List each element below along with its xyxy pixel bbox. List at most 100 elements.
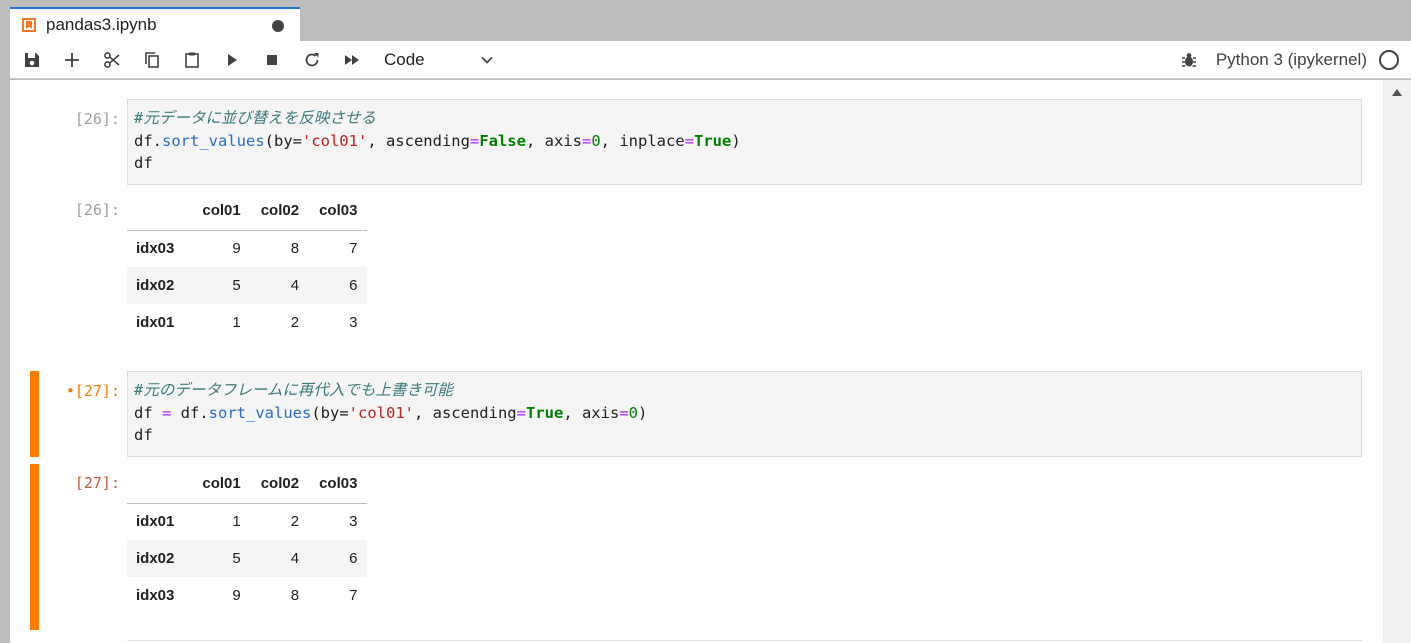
code-token: , axis (525, 131, 582, 150)
code-token: (by= (311, 403, 349, 422)
table-cell: 9 (232, 587, 241, 604)
cut-button[interactable] (92, 41, 132, 79)
cell-type-value: Code (384, 49, 425, 69)
input-prompt: •[27]: (65, 382, 120, 400)
table-cell: 8 (290, 587, 300, 604)
code-token: = (581, 131, 592, 150)
code-token: , ascending (367, 131, 470, 150)
fast-forward-icon (345, 54, 359, 65)
tab-title: pandas3.ipynb (46, 15, 157, 34)
code-token: True (694, 131, 732, 150)
notebook-tab[interactable]: pandas3.ipynb (10, 7, 300, 41)
row-index: idx03 (136, 240, 175, 258)
code-token: 'col01' (301, 131, 368, 150)
column-header: col01 (192, 192, 251, 231)
code-token: 0 (628, 403, 638, 422)
index-header (127, 465, 193, 504)
notebook-panel: [26]: #元データに並び替えを反映させる df.sort_values(by… (10, 80, 1383, 643)
table-cell: 1 (232, 314, 241, 331)
insert-cell-button[interactable] (52, 41, 92, 79)
code-token: = (469, 131, 480, 150)
vertical-scrollbar[interactable] (1383, 80, 1411, 643)
code-token: df (134, 426, 153, 444)
code-token: = (619, 403, 629, 422)
save-button[interactable] (12, 41, 52, 79)
output-prompt: [27]: (74, 474, 120, 492)
code-token: df (134, 403, 162, 422)
table-cell: 4 (290, 550, 300, 567)
code-editor[interactable]: #元データに並び替えを反映させる df.sort_values(by='col0… (127, 99, 1362, 185)
table-cell: 3 (349, 314, 358, 331)
copy-icon (145, 51, 159, 68)
table-cell: 6 (349, 277, 358, 294)
code-token: , inplace (600, 131, 685, 150)
table-row: idx03 9 8 7 (127, 230, 367, 267)
refresh-icon (305, 52, 319, 66)
save-icon (25, 52, 39, 67)
column-header: col02 (250, 465, 310, 504)
column-header: col01 (192, 465, 251, 504)
table-cell: 7 (349, 587, 358, 604)
cell-type-dropdown[interactable]: Code (384, 50, 494, 70)
scroll-up-icon[interactable] (1392, 89, 1402, 96)
code-token: 0 (591, 131, 601, 150)
table-cell: 4 (290, 277, 300, 294)
code-token: 'col01' (348, 403, 414, 422)
bug-icon[interactable] (1180, 51, 1198, 69)
code-token: df. (134, 131, 162, 150)
row-index: idx02 (136, 277, 175, 294)
row-index: idx03 (136, 587, 175, 604)
table-cell: 6 (349, 550, 358, 567)
restart-button[interactable] (292, 41, 332, 79)
kernel-name[interactable]: Python 3 (ipykernel) (1216, 50, 1367, 70)
column-header: col02 (250, 192, 310, 231)
paste-button[interactable] (172, 41, 212, 79)
tab-bar: pandas3.ipynb (0, 0, 1411, 41)
table-row: idx01 1 2 3 (127, 304, 367, 341)
code-token: sort_values (208, 403, 312, 422)
notebook-icon (22, 18, 36, 32)
table-row: idx03 9 8 7 (127, 577, 367, 614)
code-token: = (516, 403, 526, 422)
next-cell-border (127, 640, 1362, 641)
row-index: idx01 (136, 314, 175, 331)
table-cell: 9 (232, 240, 241, 258)
code-token: , axis (563, 403, 620, 422)
paste-icon (185, 52, 199, 68)
kernel-status-icon (1379, 50, 1399, 70)
plus-icon (65, 52, 79, 67)
table-header-row: col01 col02 col03 (127, 465, 368, 504)
table-header-row: col01 col02 col03 (127, 192, 368, 231)
unsaved-indicator-icon[interactable] (272, 20, 284, 32)
code-token: = (684, 131, 695, 150)
dataframe-output: col01 col02 col03 idx03 9 8 7 idx02 5 4 … (127, 192, 368, 341)
output-prompt: [26]: (74, 201, 120, 219)
copy-button[interactable] (132, 41, 172, 79)
run-button[interactable] (212, 41, 252, 79)
scissors-icon (104, 51, 120, 68)
stop-icon (267, 54, 277, 65)
code-token: (by= (264, 131, 302, 150)
code-token: True (525, 403, 564, 422)
table-cell: 3 (349, 513, 358, 531)
restart-run-all-button[interactable] (332, 41, 372, 79)
dataframe-output: col01 col02 col03 idx01 1 2 3 idx02 5 4 … (127, 465, 368, 614)
interrupt-button[interactable] (252, 41, 292, 79)
code-token: df. (171, 403, 209, 422)
column-header: col03 (309, 465, 368, 504)
table-cell: 5 (232, 550, 241, 567)
column-header: col03 (309, 192, 368, 231)
code-token: df (134, 154, 153, 172)
table-row: idx01 1 2 3 (127, 503, 367, 540)
table-cell: 5 (232, 277, 241, 294)
row-index: idx02 (136, 550, 175, 567)
code-comment: #元データに並び替えを反映させる (134, 109, 376, 127)
code-editor[interactable]: #元のデータフレームに再代入でも上書き可能 df = df.sort_value… (127, 371, 1362, 457)
table-cell: 8 (290, 240, 300, 258)
row-index: idx01 (136, 513, 175, 531)
code-token: False (479, 131, 526, 150)
notebook-toolbar: Code Python 3 (ipykernel) (10, 41, 1411, 79)
code-token: ) (638, 403, 648, 422)
index-header (127, 192, 193, 231)
table-cell: 2 (290, 314, 300, 331)
